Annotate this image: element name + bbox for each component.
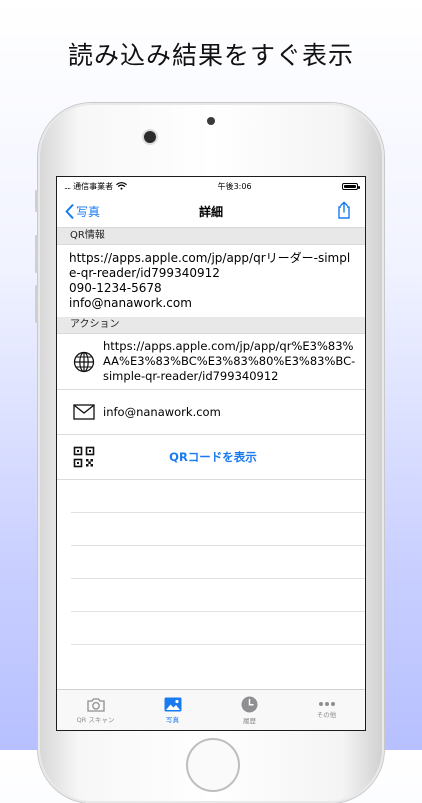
tab-more[interactable]: その他	[288, 690, 365, 730]
show-qr-action[interactable]: QRコードを表示	[57, 435, 365, 480]
action-header: アクション	[57, 317, 365, 334]
status-left: .... 通信事業者	[64, 181, 128, 192]
signal-dots-icon: ....	[64, 181, 71, 191]
tab-qr-scan[interactable]: QR スキャン	[57, 690, 134, 730]
open-link-action[interactable]: https://apps.apple.com/jp/app/qr%E3%83%A…	[57, 334, 365, 390]
qr-info-url: https://apps.apple.com/jp/app/qrリーダー-sim…	[69, 251, 351, 280]
promo-headline: 読み込み結果をすぐ表示	[67, 41, 354, 70]
email-text: info@nanawork.com	[103, 404, 221, 419]
carrier-label: 通信事業者	[73, 181, 114, 191]
photo-icon	[164, 697, 181, 711]
globe-icon	[71, 351, 97, 373]
share-icon	[338, 201, 350, 219]
tab-history[interactable]: 履歴	[211, 690, 288, 730]
show-qr-label: QRコードを表示	[169, 450, 257, 464]
camera-icon	[86, 697, 105, 712]
phone-side-button	[35, 235, 38, 273]
send-email-action[interactable]: info@nanawork.com	[57, 390, 365, 435]
status-bar: .... 通信事業者 午後3:06	[57, 177, 365, 195]
tab-bar: QR スキャン 写真 履歴 その他	[57, 689, 365, 730]
more-icon	[318, 702, 335, 706]
phone-sensor	[207, 117, 215, 125]
empty-row	[71, 579, 365, 612]
tab-photos[interactable]: 写真	[134, 690, 211, 730]
qr-info-phone: 090-1234-5678	[69, 281, 162, 295]
back-button[interactable]: 写真	[65, 203, 100, 220]
app-screen: .... 通信事業者 午後3:06 写真 詳細 QR情報 https://app…	[56, 176, 366, 731]
navigation-bar: 写真 詳細	[57, 195, 365, 228]
chevron-left-icon	[65, 204, 74, 219]
phone-side-button	[35, 285, 38, 323]
status-time: 午後3:06	[217, 181, 252, 191]
tab-label: QR スキャン	[76, 715, 115, 724]
tab-label: その他	[316, 711, 337, 719]
qr-code-icon	[71, 446, 97, 468]
battery-icon	[341, 182, 360, 190]
tab-label: 写真	[166, 715, 179, 724]
empty-row	[71, 546, 365, 579]
qr-info-content: https://apps.apple.com/jp/app/qrリーダー-sim…	[57, 245, 365, 317]
phone-home-button[interactable]	[186, 738, 240, 792]
page-title: 詳細	[198, 204, 223, 219]
wifi-icon	[116, 182, 128, 190]
clock-icon	[241, 696, 258, 712]
empty-row	[71, 513, 365, 546]
empty-row	[71, 612, 365, 645]
phone-side-button	[35, 190, 38, 212]
back-label: 写真	[76, 205, 101, 219]
link-url-text: https://apps.apple.com/jp/app/qr%E3%83%A…	[103, 339, 356, 383]
qr-info-header: QR情報	[57, 228, 365, 245]
qr-info-email: info@nanawork.com	[69, 296, 192, 310]
phone-camera	[144, 131, 156, 143]
empty-row	[71, 480, 365, 513]
share-button[interactable]	[337, 201, 351, 223]
tab-label: 履歴	[243, 716, 256, 725]
envelope-icon	[71, 404, 97, 420]
